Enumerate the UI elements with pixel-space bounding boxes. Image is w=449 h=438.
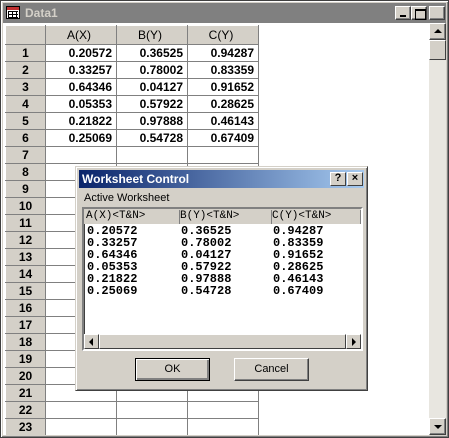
cell[interactable]: 0.94287 (187, 44, 259, 62)
worksheet-listbox[interactable]: A(X)<T&N> B(Y)<T&N> C(Y)<T&N> 0.20572 0.3… (82, 207, 363, 351)
table-row: 5 0.21822 0.97888 0.46143 (5, 112, 259, 130)
row-header[interactable]: 22 (5, 401, 46, 419)
cell[interactable]: 0.83359 (187, 61, 259, 79)
minimize-button[interactable] (395, 6, 411, 20)
row-header[interactable]: 21 (5, 384, 46, 402)
column-header[interactable]: C(Y) (187, 25, 259, 45)
row-header[interactable]: 7 (5, 146, 46, 164)
cell[interactable] (187, 146, 259, 164)
row-header[interactable]: 3 (5, 78, 46, 96)
table-row: 7 (5, 146, 259, 164)
cell[interactable] (45, 418, 117, 435)
table-row: 23 (5, 418, 259, 435)
listbox-header: A(X)<T&N> B(Y)<T&N> C(Y)<T&N> (84, 209, 361, 224)
cancel-button[interactable]: Cancel (234, 358, 309, 381)
scroll-left-button[interactable] (84, 334, 99, 349)
listbox-column-header[interactable]: C(Y)<T&N> (272, 210, 361, 224)
column-header[interactable]: B(Y) (116, 25, 188, 45)
list-item-value: 0.54728 (181, 284, 232, 298)
cell[interactable] (45, 401, 117, 419)
horizontal-scrollbar[interactable] (84, 334, 361, 349)
row-header[interactable]: 13 (5, 248, 46, 266)
dialog-titlebar[interactable]: Worksheet Control ? × (79, 170, 364, 188)
cell[interactable] (116, 418, 188, 435)
dialog-title: Worksheet Control (82, 172, 190, 186)
scroll-right-button[interactable] (346, 334, 361, 349)
row-header[interactable]: 9 (5, 180, 46, 198)
scroll-thumb[interactable] (429, 40, 446, 60)
row-header[interactable]: 10 (5, 197, 46, 215)
row-header[interactable]: 20 (5, 367, 46, 385)
scroll-up-button[interactable] (429, 23, 446, 40)
window-titlebar[interactable]: Data1 ✕ (3, 3, 446, 23)
worksheet-icon (6, 6, 20, 19)
list-item-value: 0.67409 (273, 284, 324, 298)
cell[interactable]: 0.04127 (116, 78, 188, 96)
row-header[interactable]: 1 (5, 44, 46, 62)
cell[interactable]: 0.46143 (187, 112, 259, 130)
help-button[interactable]: ? (330, 172, 346, 186)
column-header[interactable]: A(X) (45, 25, 117, 45)
vertical-scrollbar[interactable] (429, 23, 446, 435)
active-worksheet-label: Active Worksheet (84, 192, 170, 204)
row-header[interactable]: 2 (5, 61, 46, 79)
cell[interactable]: 0.57922 (116, 95, 188, 113)
maximize-button[interactable] (411, 6, 427, 20)
table-row: 1 0.20572 0.36525 0.94287 (5, 44, 259, 62)
list-item-value: 0.25069 (87, 284, 138, 298)
cell[interactable]: 0.91652 (187, 78, 259, 96)
cell[interactable]: 0.33257 (45, 61, 117, 79)
cell[interactable]: 0.25069 (45, 129, 117, 147)
horizontal-scroll-thumb[interactable] (99, 334, 346, 349)
row-header[interactable]: 8 (5, 163, 46, 181)
row-header[interactable]: 16 (5, 299, 46, 317)
grid-corner[interactable] (5, 25, 46, 45)
listbox-column-header[interactable]: B(Y)<T&N> (180, 210, 272, 224)
close-icon: ✕ (433, 5, 444, 19)
table-row: 3 0.64346 0.04127 0.91652 (5, 78, 259, 96)
cell[interactable]: 0.54728 (116, 129, 188, 147)
cell[interactable]: 0.21822 (45, 112, 117, 130)
cell[interactable]: 0.97888 (116, 112, 188, 130)
row-header[interactable]: 12 (5, 231, 46, 249)
cell[interactable]: 0.20572 (45, 44, 117, 62)
dialog-close-button[interactable]: × (347, 172, 363, 186)
close-button[interactable]: ✕ (429, 6, 445, 20)
table-row: 6 0.25069 0.54728 0.67409 (5, 129, 259, 147)
row-header[interactable]: 18 (5, 333, 46, 351)
row-header[interactable]: 19 (5, 350, 46, 368)
row-header[interactable]: 4 (5, 95, 46, 113)
worksheet-control-dialog: Worksheet Control ? × Active Worksheet A… (75, 166, 368, 391)
cell[interactable]: 0.64346 (45, 78, 117, 96)
row-header[interactable]: 23 (5, 418, 46, 435)
row-header[interactable]: 17 (5, 316, 46, 334)
table-row: 4 0.05353 0.57922 0.28625 (5, 95, 259, 113)
cell[interactable]: 0.28625 (187, 95, 259, 113)
cell[interactable] (116, 146, 188, 164)
cell[interactable] (187, 401, 259, 419)
window-title: Data1 (25, 6, 58, 20)
cell[interactable]: 0.78002 (116, 61, 188, 79)
cell[interactable]: 0.05353 (45, 95, 117, 113)
row-header[interactable]: 14 (5, 265, 46, 283)
row-header[interactable]: 6 (5, 129, 46, 147)
cell[interactable]: 0.67409 (187, 129, 259, 147)
table-row: 22 (5, 401, 259, 419)
row-header[interactable]: 15 (5, 282, 46, 300)
listbox-column-header[interactable]: A(X)<T&N> (86, 210, 180, 224)
table-row: 2 0.33257 0.78002 0.83359 (5, 61, 259, 79)
ok-button[interactable]: OK (135, 358, 210, 381)
scroll-down-button[interactable] (429, 418, 446, 435)
row-header[interactable]: 5 (5, 112, 46, 130)
cell[interactable]: 0.36525 (116, 44, 188, 62)
cell[interactable] (45, 146, 117, 164)
row-header[interactable]: 11 (5, 214, 46, 232)
cell[interactable] (116, 401, 188, 419)
cell[interactable] (187, 418, 259, 435)
